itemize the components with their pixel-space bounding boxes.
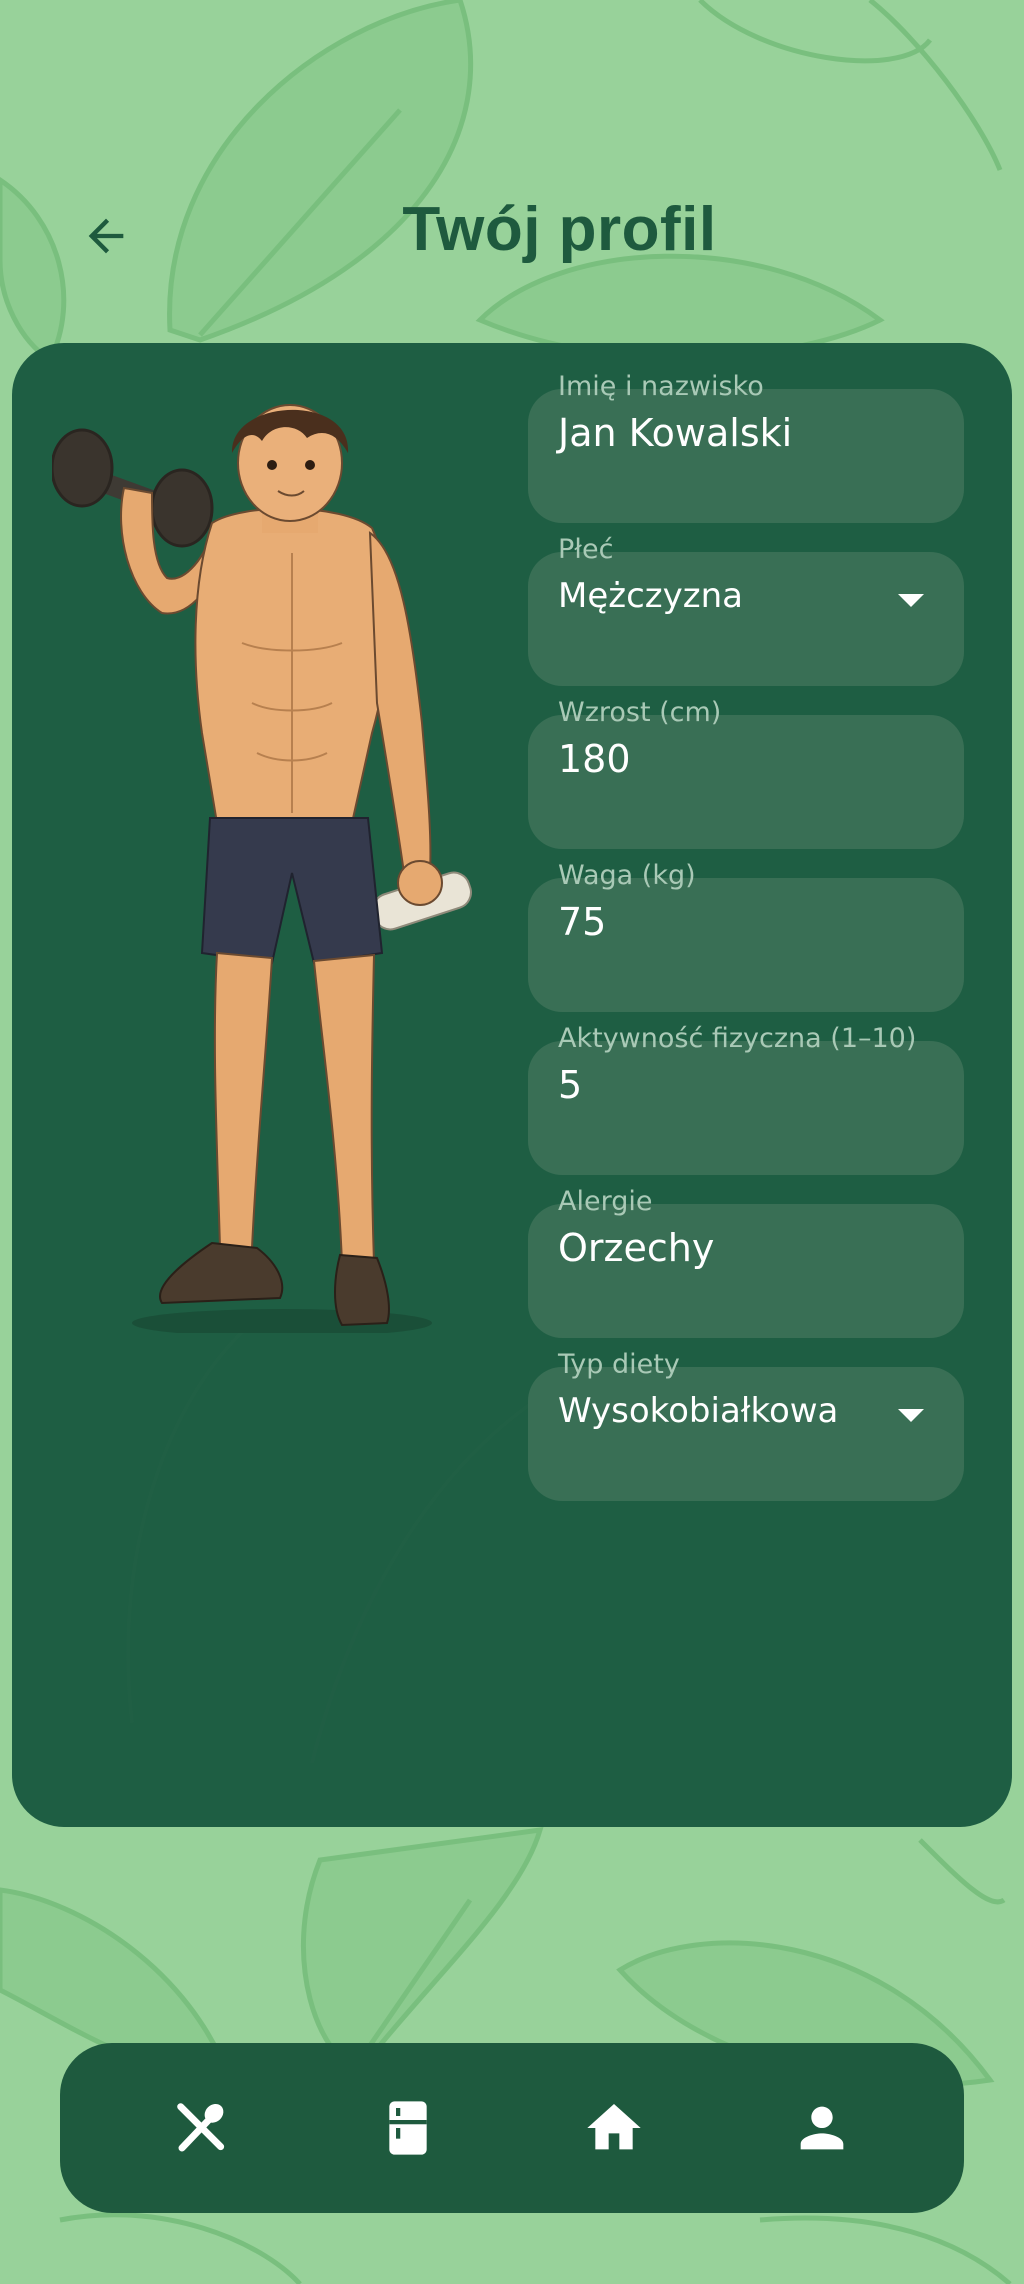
diet-type-label: Typ diety: [558, 1349, 680, 1380]
restaurant-icon: [177, 2103, 225, 2152]
diet-type-field[interactable]: Typ diety Wysokobiałkowa: [528, 1349, 968, 1512]
gender-label: Płeć: [558, 534, 614, 565]
name-field[interactable]: Imię i nazwisko Jan Kowalski: [528, 371, 968, 534]
water-bottle-icon: [372, 860, 472, 931]
gender-dropdown[interactable]: [528, 552, 964, 686]
activity-label: Aktywność fizyczna (1–10): [558, 1023, 917, 1054]
page-title: Twój profil: [402, 195, 717, 264]
fitness-man-illustration: [52, 404, 472, 1333]
weight-label: Waga (kg): [558, 860, 696, 891]
activity-input[interactable]: [528, 1041, 964, 1175]
allergies-value: Orzechy: [558, 1226, 715, 1270]
height-input[interactable]: [528, 715, 964, 849]
weight-value: 75: [558, 900, 607, 944]
diet-type-dropdown[interactable]: [528, 1367, 964, 1501]
allergies-field[interactable]: Alergie Orzechy: [528, 1186, 968, 1349]
weight-field[interactable]: Waga (kg) 75: [528, 860, 968, 1023]
dropdown-arrow-icon[interactable]: [898, 594, 924, 607]
activity-value: 5: [558, 1063, 583, 1107]
fridge-icon: [389, 2101, 427, 2155]
gender-value: Mężczyzna: [558, 576, 743, 616]
home-icon: [587, 2104, 641, 2150]
allergies-label: Alergie: [558, 1186, 653, 1217]
name-label: Imię i nazwisko: [558, 371, 764, 402]
height-value: 180: [558, 737, 631, 781]
height-field[interactable]: Wzrost (cm) 180: [528, 697, 968, 860]
activity-field[interactable]: Aktywność fizyczna (1–10) 5: [528, 1023, 968, 1186]
page-header: Twój profil: [0, 180, 1024, 300]
name-input[interactable]: [528, 389, 964, 523]
nav-item-recipes[interactable]: [162, 2088, 242, 2168]
nav-item-profile[interactable]: [782, 2088, 862, 2168]
allergies-input[interactable]: [528, 1204, 964, 1338]
bottom-navigation: [60, 2043, 964, 2213]
height-label: Wzrost (cm): [558, 697, 722, 728]
gender-field[interactable]: Płeć Mężczyzna: [528, 534, 968, 697]
weight-input[interactable]: [528, 878, 964, 1012]
profile-form: Imię i nazwisko Jan Kowalski Płeć Mężczy…: [528, 371, 968, 1512]
dropdown-arrow-icon[interactable]: [898, 1409, 924, 1422]
diet-type-value: Wysokobiałkowa: [558, 1391, 839, 1431]
person-icon: [800, 2106, 844, 2150]
nav-item-home[interactable]: [574, 2088, 654, 2168]
profile-card: Imię i nazwisko Jan Kowalski Płeć Mężczy…: [12, 343, 1012, 1827]
name-value: Jan Kowalski: [558, 411, 793, 455]
nav-item-fridge[interactable]: [368, 2088, 448, 2168]
